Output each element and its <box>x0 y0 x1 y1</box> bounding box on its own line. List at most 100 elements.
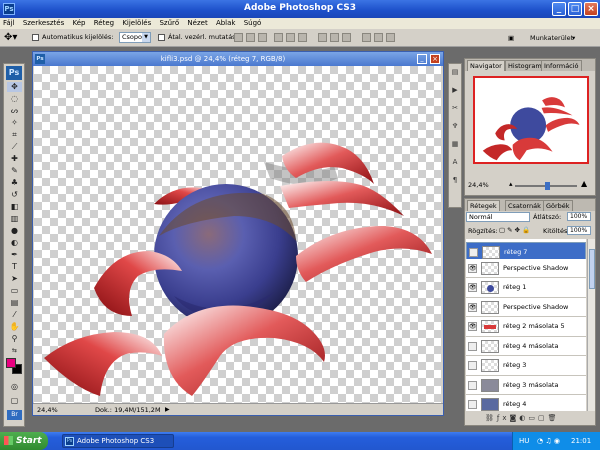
image-canvas[interactable] <box>34 66 441 403</box>
eye-icon[interactable]: 👁 <box>468 322 477 331</box>
shape-tool-icon[interactable]: ▭ <box>7 286 22 296</box>
navigator-zoom[interactable]: 24,4% <box>468 181 489 189</box>
document-zoom[interactable]: 24,4% <box>37 404 58 416</box>
maximize-button[interactable]: □ <box>568 2 582 16</box>
trash-icon[interactable]: 🗑 <box>548 414 560 422</box>
quick-mask-icon[interactable]: ◎ <box>7 382 22 392</box>
align-right-icon[interactable] <box>298 33 307 42</box>
align-center-icon[interactable] <box>286 33 295 42</box>
visibility-toggle[interactable] <box>468 380 477 390</box>
menu-help[interactable]: Súgó <box>241 18 265 29</box>
layer-row[interactable]: réteg 3 másolata <box>466 375 586 395</box>
marquee-tool-icon[interactable]: ◌ <box>7 94 22 104</box>
move-tool-icon[interactable]: ✥▾ <box>4 32 24 44</box>
tab-navigator[interactable]: Navigator <box>467 60 505 71</box>
workspace-button[interactable]: Munkaterület <box>530 32 573 44</box>
paragraph-panel-icon[interactable]: ¶ <box>449 174 461 186</box>
notes-tool-icon[interactable]: ▤ <box>7 298 22 308</box>
align-top-icon[interactable] <box>234 33 243 42</box>
navigator-zoom-slider[interactable] <box>515 182 577 190</box>
hand-tool-icon[interactable]: ✋ <box>7 322 22 332</box>
opacity-field[interactable]: 100% <box>567 212 591 221</box>
clone-stamp-icon[interactable]: ♣ <box>7 178 22 188</box>
layer-row[interactable]: 👁 Perspective Shadow <box>466 258 586 278</box>
tab-info[interactable]: Információ <box>541 60 582 71</box>
align-bottom-icon[interactable] <box>258 33 267 42</box>
path-selection-icon[interactable]: ➤ <box>7 274 22 284</box>
align-middle-icon[interactable] <box>246 33 255 42</box>
tab-histogram[interactable]: Histogram <box>505 60 545 71</box>
menu-image[interactable]: Kép <box>69 18 88 29</box>
lasso-tool-icon[interactable]: ᔕ <box>7 106 22 116</box>
swap-colors-icon[interactable]: ⇆ <box>7 346 22 356</box>
language-indicator[interactable]: HU <box>519 432 529 450</box>
character-panel-icon[interactable]: A <box>449 156 461 168</box>
document-close-button[interactable]: × <box>430 54 440 64</box>
visibility-toggle[interactable] <box>468 361 477 370</box>
distribute-top-icon[interactable] <box>318 33 327 42</box>
zoom-tool-icon[interactable]: ⚲ <box>7 334 22 344</box>
auto-select-dropdown[interactable]: Csoport ▼ <box>119 32 151 43</box>
new-group-icon[interactable]: ▭ <box>528 414 538 422</box>
eye-icon[interactable]: 👁 <box>468 283 477 292</box>
distribute-middle-icon[interactable] <box>330 33 339 42</box>
zoom-in-icon[interactable]: ▲ <box>581 179 587 188</box>
history-panel-icon[interactable]: ▦ <box>449 138 461 150</box>
distribute-bottom-icon[interactable] <box>342 33 351 42</box>
show-transform-checkbox[interactable] <box>158 34 165 41</box>
menu-select[interactable]: Kijelölés <box>119 18 154 29</box>
menu-edit[interactable]: Szerkesztés <box>20 18 67 29</box>
menu-layer[interactable]: Réteg <box>91 18 117 29</box>
distribute-left-icon[interactable] <box>362 33 371 42</box>
align-left-icon[interactable] <box>274 33 283 42</box>
chevron-down-icon[interactable]: ▾ <box>572 32 575 44</box>
tab-layers[interactable]: Rétegek <box>467 200 500 211</box>
menu-window[interactable]: Ablak <box>213 18 239 29</box>
eye-icon[interactable]: 👁 <box>468 302 477 312</box>
crop-tool-icon[interactable]: ⌗ <box>7 130 22 140</box>
eyedropper-icon[interactable]: ⁄ <box>7 310 22 320</box>
clone-source-icon[interactable]: ♆ <box>449 120 461 132</box>
layer-row[interactable]: 👁 Perspective Shadow <box>466 297 586 317</box>
slider-knob[interactable] <box>545 182 550 190</box>
taskbar-item-photoshop[interactable]: Ps Adobe Photoshop CS3 <box>62 434 174 448</box>
layers-scrollbar[interactable] <box>587 239 595 411</box>
tray-icons[interactable]: ◔ ♫ ◉ <box>537 432 560 450</box>
eye-icon[interactable]: 👁 <box>468 263 477 273</box>
layer-row[interactable]: 👁 réteg 1 <box>466 278 586 298</box>
layer-style-icon[interactable]: ƒx <box>497 414 510 422</box>
visibility-toggle[interactable] <box>468 341 477 351</box>
visibility-toggle[interactable] <box>468 400 477 409</box>
workspace-icon[interactable]: ▣ <box>508 32 514 44</box>
tool-presets-icon[interactable]: ✂ <box>449 102 461 114</box>
gradient-tool-icon[interactable]: ▥ <box>7 214 22 224</box>
type-tool-icon[interactable]: T <box>7 262 22 272</box>
magic-wand-icon[interactable]: ✧ <box>7 118 22 128</box>
document-minimize-button[interactable]: _ <box>417 54 427 64</box>
menu-file[interactable]: Fájl <box>0 18 18 29</box>
actions-panel-icon[interactable]: ▶ <box>449 84 461 96</box>
slice-tool-icon[interactable]: ⟋ <box>7 142 22 152</box>
zoom-out-icon[interactable]: ▴ <box>509 180 513 188</box>
dodge-tool-icon[interactable]: ◐ <box>7 238 22 248</box>
move-tool-icon[interactable]: ✥ <box>7 82 22 92</box>
tab-curves[interactable]: Görbék <box>543 200 573 211</box>
layer-row[interactable]: réteg 4 másolata <box>466 336 586 356</box>
visibility-toggle[interactable] <box>469 248 478 257</box>
auto-select-checkbox[interactable] <box>32 34 39 41</box>
distribute-center-icon[interactable] <box>374 33 383 42</box>
blur-tool-icon[interactable]: ● <box>7 226 22 236</box>
eraser-tool-icon[interactable]: ◧ <box>7 202 22 212</box>
status-menu-arrow-icon[interactable]: ▶ <box>165 404 170 416</box>
layer-row[interactable]: réteg 4 <box>466 395 586 411</box>
fill-field[interactable]: 100% <box>567 226 591 235</box>
history-brush-icon[interactable]: ↺ <box>7 190 22 200</box>
tab-channels[interactable]: Csatornák <box>505 200 544 211</box>
pen-tool-icon[interactable]: ✒ <box>7 250 22 260</box>
screen-mode-icon[interactable]: ▢ <box>7 396 22 406</box>
bridge-icon[interactable]: Br <box>7 410 22 420</box>
blend-mode-dropdown[interactable]: Normál <box>466 212 530 222</box>
start-button[interactable]: Start <box>0 432 48 450</box>
brush-tool-icon[interactable]: ✎ <box>7 166 22 176</box>
new-layer-icon[interactable]: ▢ <box>538 414 548 422</box>
